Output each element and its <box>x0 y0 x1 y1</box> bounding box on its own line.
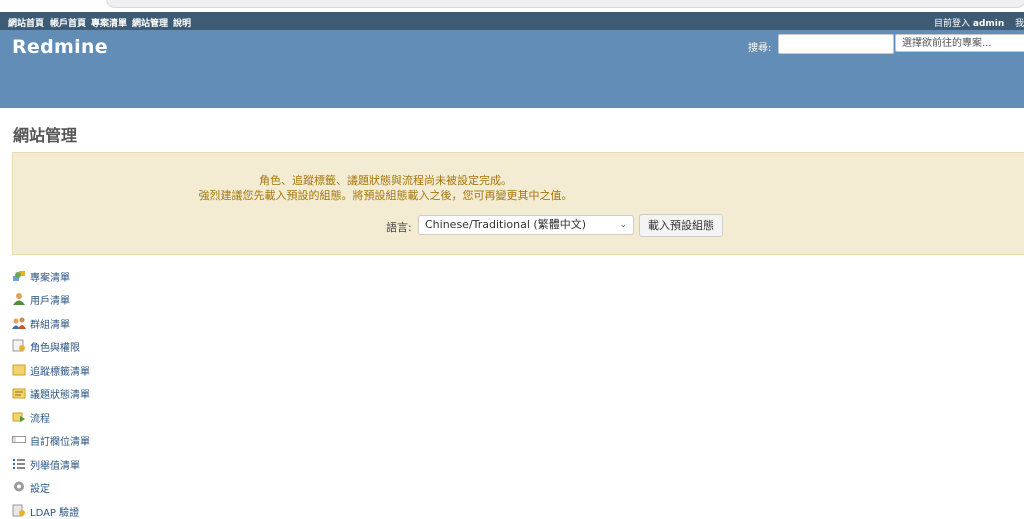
admin-menu-item-trackers[interactable]: 追蹤標籤清單 <box>12 362 212 378</box>
language-select-value: Chinese/Traditional (繁體中文) <box>425 218 587 231</box>
admin-menu-item-enumerations[interactable]: 列舉值清單 <box>12 456 212 472</box>
gear-icon <box>14 481 24 492</box>
admin-menu-label[interactable]: 群組清單 <box>30 316 70 331</box>
admin-menu-item-groups[interactable]: 群組清單 <box>12 315 212 331</box>
workflow-icon <box>12 412 25 422</box>
language-select[interactable]: Chinese/Traditional (繁體中文) ⌄ <box>418 215 634 235</box>
group-icon <box>12 317 26 329</box>
load-default-config-button[interactable]: 載入預設組態 <box>639 214 723 237</box>
tracker-icon <box>12 364 26 376</box>
admin-menu-label[interactable]: 列舉值清單 <box>30 457 80 472</box>
ldap-icon <box>12 504 25 517</box>
top-menu-administration[interactable]: 網站管理 <box>132 16 168 29</box>
projects-icon <box>13 271 25 281</box>
admin-menu-label[interactable]: 議題狀態清單 <box>30 386 90 401</box>
site-title[interactable]: Redmine <box>12 36 108 58</box>
admin-menu-item-users[interactable]: 用戶清單 <box>12 291 212 307</box>
list-icon <box>13 459 25 469</box>
admin-menu-label[interactable]: 自訂欄位清單 <box>30 433 90 448</box>
issue-status-icon <box>12 388 26 399</box>
admin-menu-label[interactable]: 用戶清單 <box>30 292 70 307</box>
top-menu-my-account[interactable]: 我的 <box>1015 19 1024 29</box>
chevron-down-icon: ⌄ <box>619 220 627 230</box>
browser-address-bar[interactable] <box>106 0 1024 8</box>
admin-menu-item-workflow[interactable]: 流程 <box>12 409 212 425</box>
project-jump-select[interactable]: 選擇欲前往的專案... <box>895 34 1024 52</box>
admin-menu-label[interactable]: 追蹤標籤清單 <box>30 363 90 378</box>
roles-icon <box>12 339 25 352</box>
language-label: 語言: <box>386 221 412 234</box>
admin-menu-item-issue-statuses[interactable]: 議題狀態清單 <box>12 385 212 401</box>
logged-as-prefix: 目前登入 <box>934 19 971 29</box>
page-title: 網站管理 <box>13 126 78 145</box>
admin-menu-label[interactable]: 角色與權限 <box>30 339 80 354</box>
flash-warning: 角色、追蹤標籤、議題狀態與流程尚未被設定完成。 強烈建議您先載入預設的組態。將預… <box>12 152 1024 255</box>
flash-message-line-2: 強烈建議您先載入預設的組態。將預設組態載入之後，您可再變更其中之值。 <box>198 189 573 202</box>
admin-menu-item-custom-fields[interactable]: 自訂欄位清單 <box>12 432 212 448</box>
admin-menu-label[interactable]: 設定 <box>30 480 50 495</box>
admin-menu-item-roles[interactable]: 角色與權限 <box>12 338 212 354</box>
admin-menu-label[interactable]: 專案清單 <box>30 269 70 284</box>
header: Redmine 搜尋: 選擇欲前往的專案... <box>0 30 1024 108</box>
top-menu: 網站首頁 帳戶首頁 專案清單 網站管理 說明 目前登入 admin 我的 <box>0 12 1024 30</box>
logged-as: 目前登入 admin 我的 <box>934 16 1024 29</box>
top-menu-help[interactable]: 說明 <box>173 16 191 29</box>
top-menu-home[interactable]: 網站首頁 <box>8 16 44 29</box>
search-input[interactable] <box>778 34 894 54</box>
search-label: 搜尋: <box>748 43 772 54</box>
admin-menu-item-settings[interactable]: 設定 <box>12 479 212 495</box>
flash-message-line-1: 角色、追蹤標籤、議題狀態與流程尚未被設定完成。 <box>259 174 512 187</box>
browser-chrome-strip <box>0 0 1024 12</box>
top-menu-projects[interactable]: 專案清單 <box>91 16 127 29</box>
user-icon <box>13 293 25 305</box>
admin-menu-label[interactable]: 流程 <box>30 410 50 425</box>
top-menu-my-page[interactable]: 帳戶首頁 <box>50 16 86 29</box>
custom-field-icon <box>12 436 26 443</box>
admin-menu-item-projects[interactable]: 專案清單 <box>12 268 212 284</box>
logged-as-user[interactable]: admin <box>973 19 1004 29</box>
